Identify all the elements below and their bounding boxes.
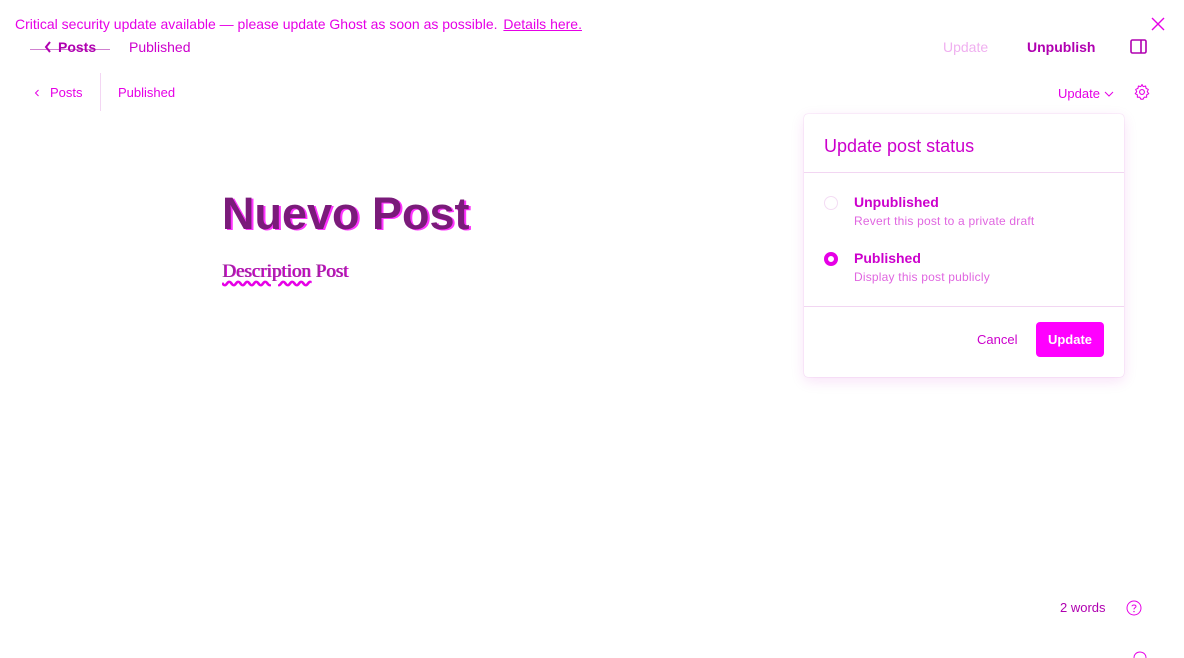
sub-post-status: Published xyxy=(118,85,176,100)
header-divider xyxy=(100,73,101,111)
chevron-left-icon xyxy=(34,89,39,96)
banner-details-link[interactable]: Details here. xyxy=(503,16,582,32)
popover-title: Update post status xyxy=(824,136,975,156)
top-back-link[interactable]: Posts xyxy=(44,39,96,55)
chevron-left-icon xyxy=(44,41,51,53)
option-description: Display this post publicly xyxy=(854,270,990,284)
option-label: Published xyxy=(854,250,921,266)
post-excerpt-word: Description xyxy=(222,261,311,282)
sub-back-link[interactable]: Posts xyxy=(34,85,83,100)
cancel-button[interactable]: Cancel xyxy=(977,332,1017,347)
help-icon[interactable] xyxy=(1126,600,1142,616)
sidebar-toggle-icon[interactable] xyxy=(1130,39,1147,54)
gear-icon[interactable] xyxy=(1133,83,1151,101)
security-banner: Critical security update available — ple… xyxy=(15,16,582,32)
radio-icon[interactable] xyxy=(824,196,838,210)
top-unpublish-button[interactable]: Unpublish xyxy=(1027,39,1095,55)
top-back-label: Posts xyxy=(58,39,97,55)
top-update-button[interactable]: Update xyxy=(943,39,988,55)
close-icon[interactable] xyxy=(1150,16,1166,32)
post-excerpt[interactable]: Description Post xyxy=(222,261,348,283)
popover-divider xyxy=(804,306,1124,307)
radio-icon[interactable] xyxy=(824,252,838,266)
update-button[interactable]: Update xyxy=(1036,322,1104,357)
update-dropdown-label: Update xyxy=(1058,86,1100,101)
option-description: Revert this post to a private draft xyxy=(854,214,1035,228)
popover-divider xyxy=(804,172,1124,173)
chevron-down-icon xyxy=(1104,91,1114,97)
banner-text: Critical security update available — ple… xyxy=(15,16,498,32)
option-label: Unpublished xyxy=(854,194,939,210)
top-post-status: Published xyxy=(129,39,191,55)
update-status-popover: Update post status Unpublished Revert th… xyxy=(804,114,1124,377)
word-count: 2 words xyxy=(1060,600,1106,615)
post-excerpt-word: Post xyxy=(315,261,349,282)
help-icon[interactable] xyxy=(1133,648,1147,658)
sub-back-label: Posts xyxy=(50,85,83,100)
update-dropdown-trigger[interactable]: Update xyxy=(1058,86,1114,101)
post-title[interactable]: Nuevo Post xyxy=(222,188,470,240)
